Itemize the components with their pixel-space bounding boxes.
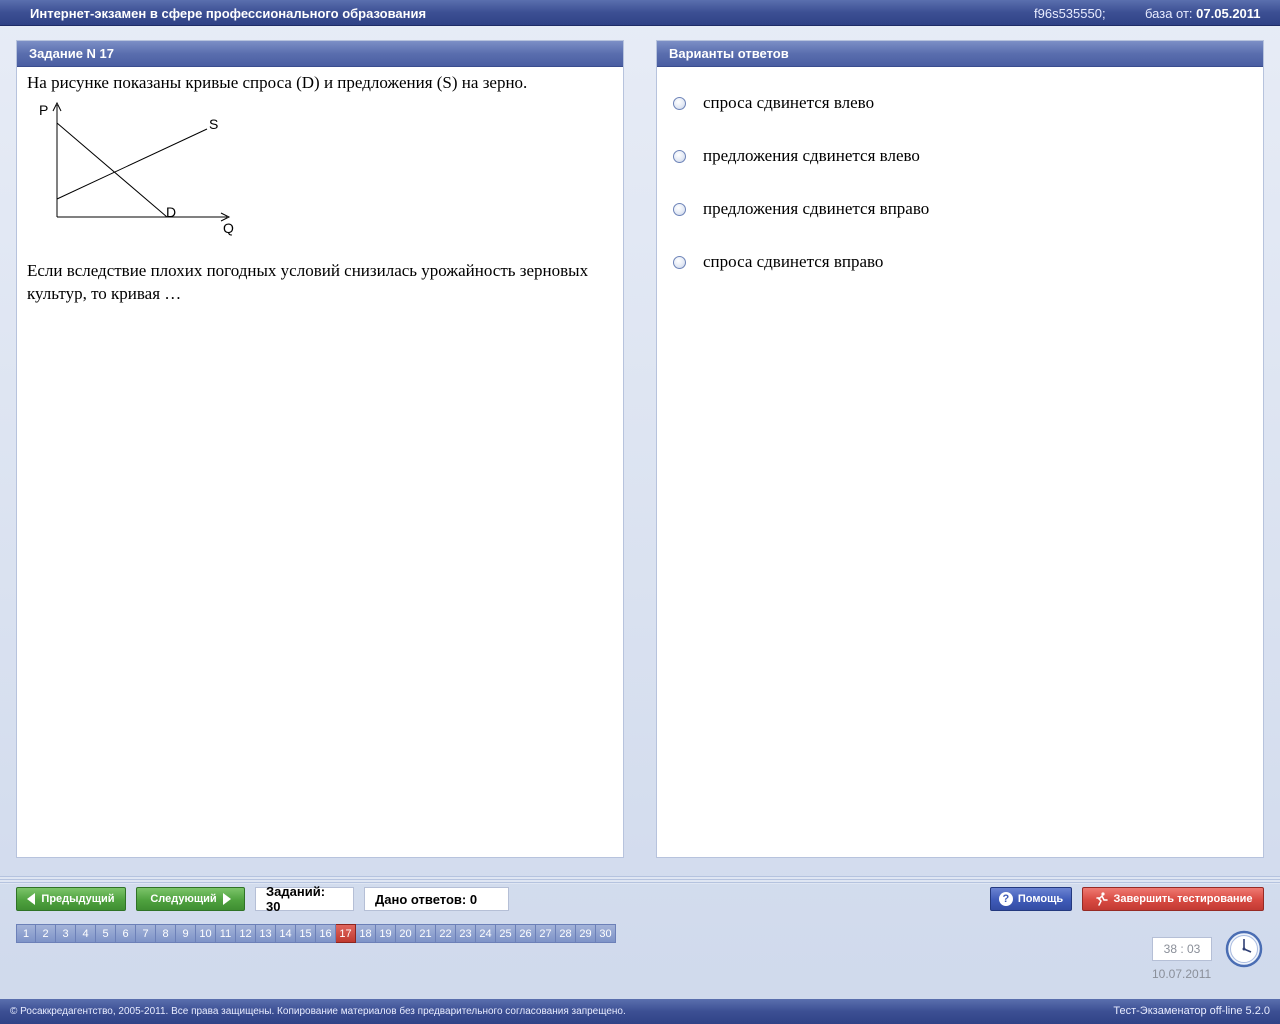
page-button-30[interactable]: 30 [596, 924, 616, 943]
answer-label: предложения сдвинется вправо [703, 199, 930, 218]
page-button-1[interactable]: 1 [16, 924, 36, 943]
question-panel: Задание N 17 На рисунке показаны кривые … [16, 40, 624, 858]
answer-label: спроса сдвинется влево [703, 93, 875, 112]
page-button-19[interactable]: 19 [376, 924, 396, 943]
question-text-intro: На рисунке показаны кривые спроса (D) и … [27, 73, 528, 92]
radio-button[interactable] [673, 96, 686, 110]
page-button-5[interactable]: 5 [96, 924, 116, 943]
supply-demand-graph: P S D Q [39, 101, 234, 236]
page-button-9[interactable]: 9 [176, 924, 196, 943]
radio-button[interactable] [673, 255, 686, 269]
radio-button[interactable] [673, 149, 686, 163]
page-button-26[interactable]: 26 [516, 924, 536, 943]
arrow-left-icon [27, 893, 36, 905]
question-pager: 1 2 3 4 5 6 7 8 9 10 11 12 13 14 15 16 17 18 19 20 21 22 23 24 2… [16, 924, 616, 944]
page-button-10[interactable]: 10 [196, 924, 216, 943]
prev-button-label: Предыдущий [41, 893, 115, 905]
page-button-25[interactable]: 25 [496, 924, 516, 943]
next-button[interactable]: Следующий [136, 887, 245, 911]
title-bar: Интернет-экзамен в сфере профессионально… [0, 0, 1280, 26]
page-button-8[interactable]: 8 [156, 924, 176, 943]
s-label: S [209, 116, 218, 132]
answer-option-4[interactable]: спроса сдвинется вправо [673, 251, 883, 273]
timer-date: 10.07.2011 [1152, 967, 1212, 981]
page-button-20[interactable]: 20 [396, 924, 416, 943]
page-button-3[interactable]: 3 [56, 924, 76, 943]
tasks-count: Заданий: 30 [255, 884, 354, 914]
runner-icon [1095, 892, 1108, 906]
page-button-2[interactable]: 2 [36, 924, 56, 943]
prev-button[interactable]: Предыдущий [16, 887, 126, 911]
page-button-14[interactable]: 14 [276, 924, 296, 943]
page-button-12[interactable]: 12 [236, 924, 256, 943]
footer-bar: © Росаккредагентство, 2005-2011. Все пра… [0, 999, 1280, 1024]
page-button-17[interactable]: 17 [336, 924, 356, 943]
page-button-15[interactable]: 15 [296, 924, 316, 943]
page-button-27[interactable]: 27 [536, 924, 556, 943]
answers-given-count: Дано ответов: 0 [364, 887, 509, 911]
page-button-29[interactable]: 29 [576, 924, 596, 943]
page-button-13[interactable]: 13 [256, 924, 276, 943]
help-button-label: Помощь [1017, 893, 1064, 905]
question-header: Задание N 17 [17, 41, 623, 67]
page-button-21[interactable]: 21 [416, 924, 436, 943]
q-label: Q [223, 220, 234, 236]
page-button-4[interactable]: 4 [76, 924, 96, 943]
finish-button-label: Завершить тестирование [1113, 893, 1253, 905]
base-date: база от: 07.05.2011 [1145, 6, 1261, 21]
page-button-22[interactable]: 22 [436, 924, 456, 943]
answers-header: Варианты ответов [657, 41, 1263, 67]
base-date-value: 07.05.2011 [1196, 6, 1261, 21]
p-label: P [39, 102, 48, 118]
arrow-right-icon [222, 893, 231, 905]
help-button[interactable]: ? Помощь [990, 887, 1072, 911]
base-date-label: база от: [1145, 6, 1193, 21]
supply-curve [56, 128, 208, 200]
copyright-text: © Росаккредагентство, 2005-2011. Все пра… [10, 1006, 626, 1017]
page-button-23[interactable]: 23 [456, 924, 476, 943]
finish-test-button[interactable]: Завершить тестирование [1082, 887, 1264, 911]
answer-option-1[interactable]: спроса сдвинется влево [673, 92, 874, 114]
page-button-11[interactable]: 11 [216, 924, 236, 943]
demand-curve [56, 122, 168, 218]
version-text: Тест-Экзаменатор off-line 5.2.0 [1113, 1005, 1270, 1017]
clock-icon [1225, 930, 1263, 968]
answer-label: предложения сдвинется влево [703, 146, 920, 165]
radio-button[interactable] [673, 202, 686, 216]
page-button-16[interactable]: 16 [316, 924, 336, 943]
bottom-separator [0, 876, 1280, 884]
answer-option-3[interactable]: предложения сдвинется вправо [673, 198, 929, 220]
page-button-18[interactable]: 18 [356, 924, 376, 943]
app-title: Интернет-экзамен в сфере профессионально… [30, 6, 427, 21]
answer-label: спроса сдвинется вправо [703, 252, 884, 271]
page-button-28[interactable]: 28 [556, 924, 576, 943]
answer-option-2[interactable]: предложения сдвинется влево [673, 145, 920, 167]
answers-panel: Варианты ответов спроса сдвинется влево … [656, 40, 1264, 858]
d-label: D [166, 204, 176, 220]
question-text-main: Если вследствие плохих погодных условий … [27, 261, 589, 303]
page-button-7[interactable]: 7 [136, 924, 156, 943]
session-id: f96s535550; [1034, 6, 1106, 21]
page-button-24[interactable]: 24 [476, 924, 496, 943]
timer-display: 38 : 03 [1152, 937, 1212, 961]
help-icon: ? [998, 892, 1013, 906]
page-button-6[interactable]: 6 [116, 924, 136, 943]
next-button-label: Следующий [150, 893, 217, 905]
